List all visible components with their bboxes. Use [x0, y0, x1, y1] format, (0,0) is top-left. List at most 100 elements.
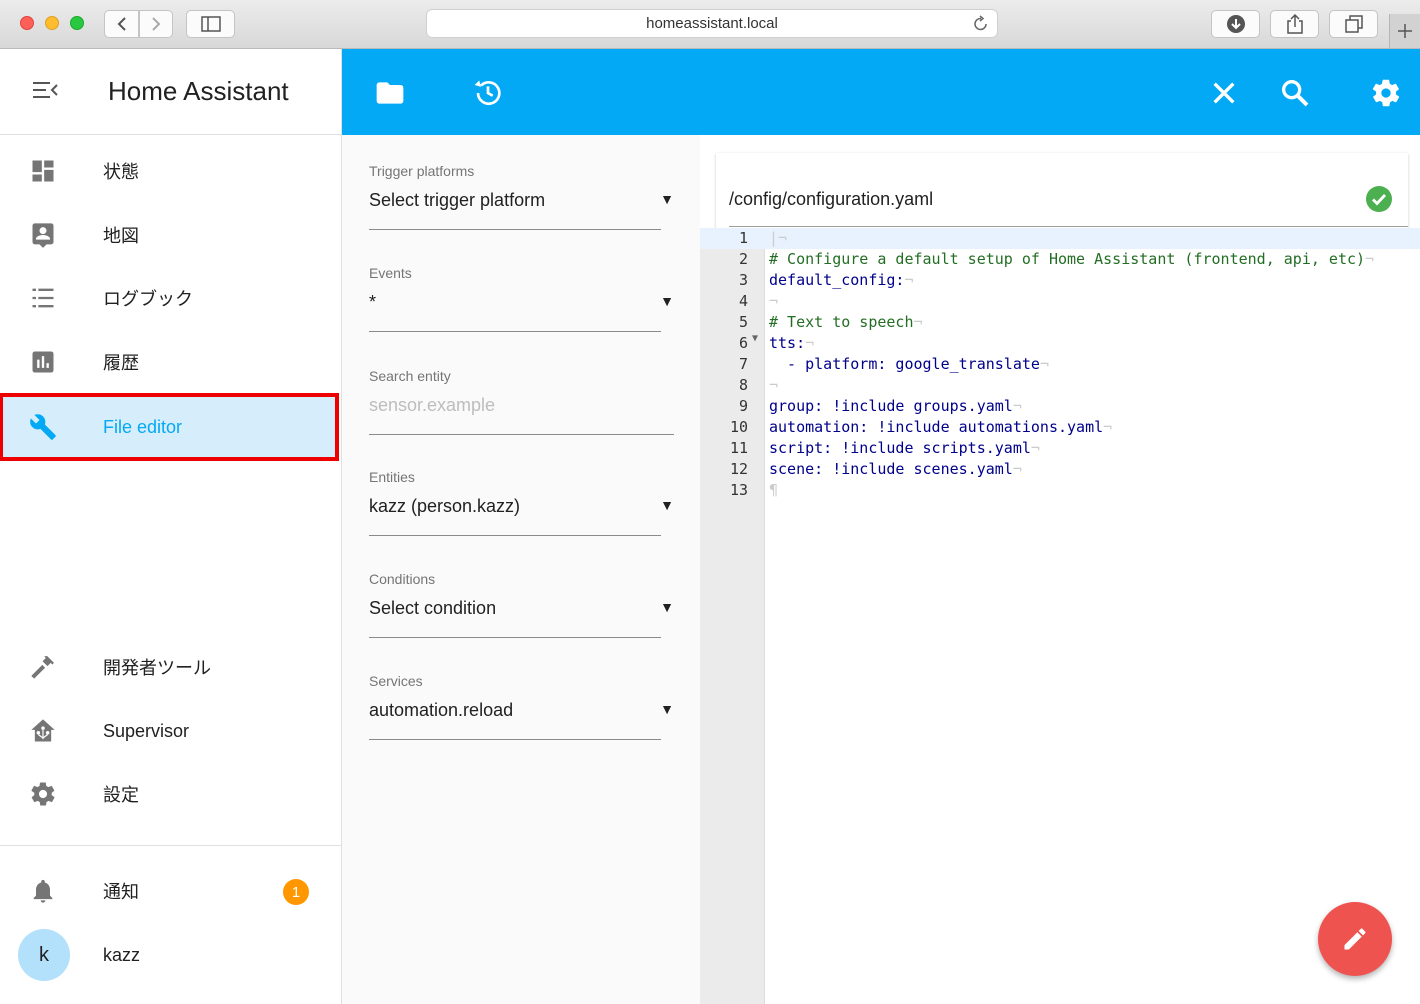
field-underline	[369, 434, 674, 435]
line-number: 10	[729, 418, 748, 436]
tabs-icon	[1344, 15, 1363, 33]
code-line[interactable]: 10 automation: !include automations.yaml…	[700, 417, 1420, 438]
download-icon	[1226, 15, 1245, 33]
zoom-window-button[interactable]	[70, 16, 84, 30]
sidebar-item-label: 状態	[103, 162, 139, 182]
url-text: homeassistant.local	[646, 15, 778, 32]
line-text: ¶	[769, 481, 779, 499]
code-line[interactable]: 5 # Text to speech¬	[700, 312, 1420, 333]
home-assistant-icon	[31, 719, 55, 742]
code-line[interactable]: 9 group: !include groups.yaml¬	[700, 396, 1420, 417]
field-label: Trigger platforms	[369, 163, 475, 179]
history-chart-icon	[32, 351, 54, 373]
code-line[interactable]: 2 # Configure a default setup of Home As…	[700, 249, 1420, 270]
sidebar-item-settings[interactable]: 設定	[3, 764, 335, 824]
conditions-select[interactable]: Conditions Select condition ▼	[369, 571, 674, 638]
file-path-underline	[729, 226, 1408, 227]
code-line[interactable]: 12 scene: !include scenes.yaml¬	[700, 459, 1420, 480]
field-value: *	[369, 292, 377, 312]
minimize-window-button[interactable]	[45, 16, 59, 30]
code-line[interactable]: 11 script: !include scripts.yaml¬	[700, 438, 1420, 459]
sidebar-item-label: 開発者ツール	[103, 658, 211, 678]
folder-icon[interactable]	[374, 77, 406, 109]
code-line[interactable]: 6 ▼ tts:¬	[700, 333, 1420, 354]
field-underline	[369, 637, 661, 638]
line-text: default_config:¬	[769, 271, 914, 289]
sidebar-item-developer-tools[interactable]: 開発者ツール	[3, 637, 335, 697]
sidebar-item-label: 履歴	[103, 353, 139, 373]
sidebar-item-label: 地図	[103, 226, 139, 246]
sidebar-item-label: 通知	[103, 882, 139, 902]
code-line[interactable]: 1 |¬	[700, 228, 1420, 249]
history-icon[interactable]	[472, 77, 504, 109]
user-name: kazz	[103, 944, 141, 965]
new-tab-button[interactable]	[1389, 14, 1420, 48]
url-bar[interactable]: homeassistant.local	[426, 9, 998, 38]
sidebar-item-label: Supervisor	[103, 720, 190, 741]
gear-icon[interactable]	[1370, 77, 1402, 109]
search-entity-input[interactable]: Search entity sensor.example	[369, 368, 674, 435]
code-line[interactable]: 8 ¬	[700, 375, 1420, 396]
plus-icon	[1398, 24, 1412, 38]
sidebar-item-states[interactable]: 状態	[3, 141, 335, 201]
sidebar-item-map[interactable]: 地図	[3, 205, 335, 265]
line-number: 8	[738, 376, 748, 394]
file-path-card: /config/configuration.yaml	[716, 153, 1408, 233]
map-account-icon	[32, 223, 54, 248]
line-text: # Text to speech¬	[769, 313, 923, 331]
line-number: 11	[729, 439, 748, 457]
trigger-platform-select[interactable]: Trigger platforms Select trigger platfor…	[369, 163, 674, 230]
helper-panel: Trigger platforms Select trigger platfor…	[342, 135, 700, 1004]
hammer-icon	[31, 656, 54, 679]
edit-fab-button[interactable]	[1318, 902, 1392, 976]
editor-toolbar	[342, 49, 1420, 135]
fold-arrow-icon[interactable]: ▼	[752, 333, 758, 344]
code-editor[interactable]: 1 |¬ 2 # Configure a default setup of Ho…	[700, 228, 1420, 1004]
dropdown-arrow-icon: ▼	[660, 293, 674, 309]
sidebar-item-file-editor[interactable]: File editor	[0, 393, 339, 461]
editor-area: /config/configuration.yaml 1 |¬ 2 # Conf…	[700, 135, 1420, 1004]
reload-icon[interactable]	[973, 15, 989, 33]
sidebar-item-logbook[interactable]: ログブック	[3, 268, 335, 328]
search-icon[interactable]	[1279, 77, 1311, 109]
field-value: kazz (person.kazz)	[369, 496, 521, 516]
share-button[interactable]	[1270, 10, 1319, 38]
code-line[interactable]: 13 ¶	[700, 480, 1420, 501]
dropdown-arrow-icon: ▼	[660, 497, 674, 513]
events-select[interactable]: Events * ▼	[369, 265, 674, 332]
close-icon[interactable]	[1208, 77, 1240, 109]
sidebar-toggle-button[interactable]	[186, 10, 235, 38]
field-underline	[369, 535, 661, 536]
sidebar-item-supervisor[interactable]: Supervisor	[3, 701, 335, 761]
menu-collapse-icon[interactable]	[32, 80, 58, 100]
field-value: Select trigger platform	[369, 190, 546, 210]
dropdown-arrow-icon: ▼	[660, 191, 674, 207]
back-button[interactable]	[104, 10, 139, 38]
avatar[interactable]: k	[18, 929, 70, 981]
close-window-button[interactable]	[20, 16, 34, 30]
field-value: automation.reload	[369, 700, 514, 720]
sidebar: Home Assistant 状態 地図 ログブック 履歴 File edito…	[0, 49, 342, 1004]
services-select[interactable]: Services automation.reload ▼	[369, 673, 674, 740]
forward-button[interactable]	[139, 10, 173, 38]
downloads-button[interactable]	[1211, 10, 1260, 38]
code-line[interactable]: 3 default_config:¬	[700, 270, 1420, 291]
entities-select[interactable]: Entities kazz (person.kazz) ▼	[369, 469, 674, 536]
bell-icon	[33, 879, 53, 903]
line-number: 1	[738, 229, 748, 247]
code-line[interactable]: 4 ¬	[700, 291, 1420, 312]
line-number: 13	[729, 481, 748, 499]
line-text: automation: !include automations.yaml¬	[769, 418, 1113, 436]
line-text: ¬	[769, 292, 779, 310]
sidebar-divider	[0, 845, 341, 846]
notification-count-badge: 1	[283, 879, 309, 905]
check-circle-icon	[1366, 186, 1392, 212]
code-line[interactable]: 7 - platform: google_translate¬	[700, 354, 1420, 375]
line-text: script: !include scripts.yaml¬	[769, 439, 1040, 457]
sidebar-item-history[interactable]: 履歴	[3, 332, 335, 392]
line-number: 5	[738, 313, 748, 331]
line-text: # Configure a default setup of Home Assi…	[769, 250, 1375, 268]
gear-icon	[31, 782, 55, 806]
wrench-icon	[30, 414, 56, 440]
tabs-overview-button[interactable]	[1329, 10, 1378, 38]
